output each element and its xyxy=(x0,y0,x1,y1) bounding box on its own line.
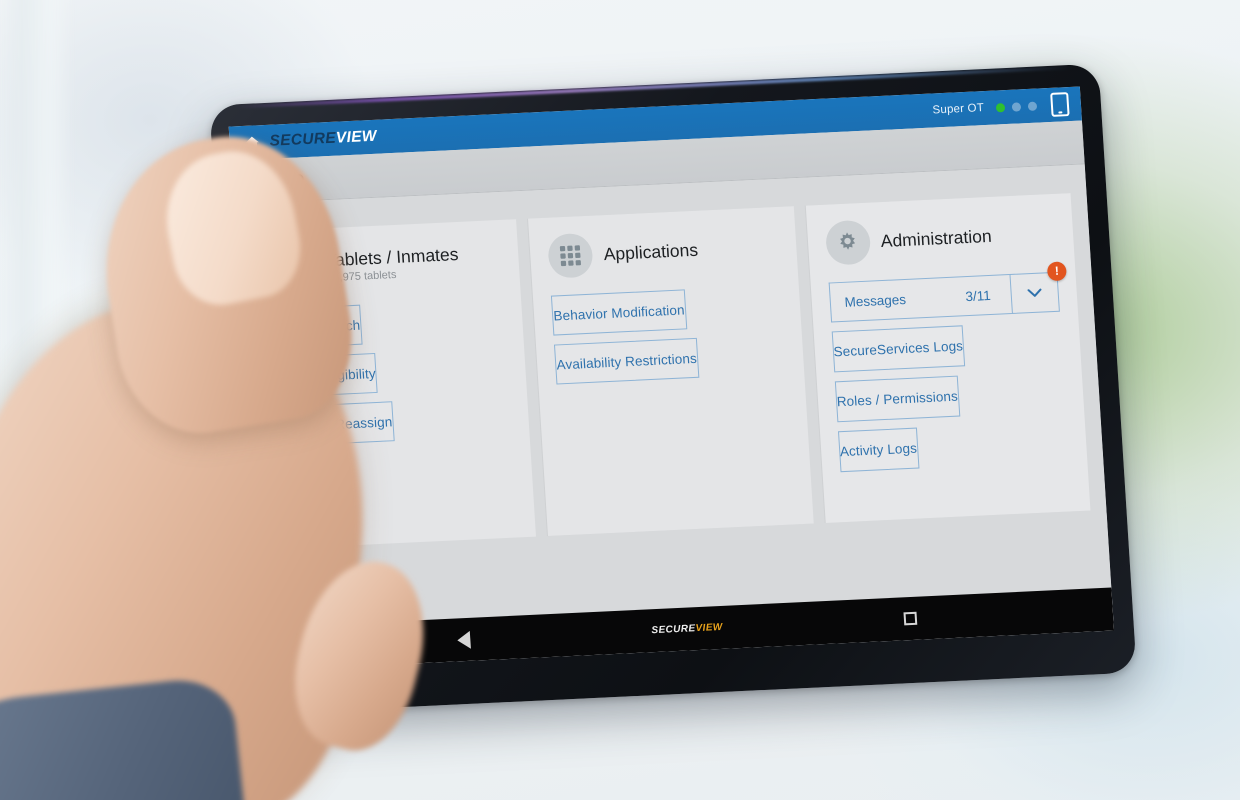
nav-brand-logo: SECUREVIEW xyxy=(651,622,723,636)
person-tablet-icon xyxy=(270,245,318,292)
tablet-icon[interactable] xyxy=(1050,92,1070,117)
page-title: Home xyxy=(245,166,306,193)
recents-button[interactable] xyxy=(903,611,918,626)
back-button[interactable] xyxy=(456,630,471,649)
apps-grid-icon xyxy=(547,232,595,279)
messages-count: 3/11 xyxy=(964,287,992,304)
tablet-device: SECUREVIEW Super OT Home Tablets / Inmat… xyxy=(209,63,1137,715)
clothing-sleeve xyxy=(0,674,249,800)
current-user-label: Super OT xyxy=(932,102,985,117)
app-logo: SECUREVIEW xyxy=(269,128,377,151)
status-dot-2[interactable] xyxy=(1011,101,1022,112)
messages-alert-badge: ! xyxy=(1046,261,1067,282)
tablet-search-button[interactable]: Tablet Search xyxy=(274,304,363,349)
panel-title: Administration xyxy=(880,225,993,251)
photo-scene: SECUREVIEW Super OT Home Tablets / Inmat… xyxy=(0,0,1240,800)
availability-restrictions-button[interactable]: Availability Restrictions xyxy=(554,337,699,385)
back-triangle-icon xyxy=(456,630,471,649)
secureservices-logs-button[interactable]: SecureServices Logs xyxy=(831,325,966,373)
check-eligibility-button[interactable]: Check Eligibility xyxy=(277,352,378,398)
panel-title-group: Applications xyxy=(603,240,699,265)
nav-logo-secure: SECURE xyxy=(651,623,696,637)
gear-icon xyxy=(824,219,872,266)
panel-applications: Applications Behavior Modification Avail… xyxy=(528,206,814,537)
status-dot-3[interactable] xyxy=(1027,101,1038,111)
messages-control: Messages 3/11 ! xyxy=(828,261,1067,323)
status-dot-1[interactable] xyxy=(995,102,1006,112)
app-logo-view: VIEW xyxy=(335,127,378,147)
home-icon[interactable] xyxy=(243,134,261,151)
activity-logs-button[interactable]: Activity Logs xyxy=(837,427,920,473)
messages-label: Messages xyxy=(844,291,907,310)
nav-logo-view: VIEW xyxy=(695,621,724,635)
panel-header: Administration xyxy=(824,210,1056,267)
panel-header: Applications xyxy=(547,223,779,280)
app-logo-secure: SECURE xyxy=(269,129,337,150)
panel-administration: Administration Messages 3/11 ! SecureSer… xyxy=(805,193,1091,523)
panel-header: Tablets / Inmates 35,975 tablets xyxy=(270,236,502,293)
status-indicator-group xyxy=(995,101,1038,112)
assign-reassign-button[interactable]: Assign / Reassign xyxy=(280,401,395,447)
messages-button[interactable]: Messages 3/11 xyxy=(828,274,1012,323)
roles-permissions-button[interactable]: Roles / Permissions xyxy=(834,375,961,423)
behavior-modification-button[interactable]: Behavior Modification xyxy=(551,289,687,336)
chevron-down-icon xyxy=(1027,288,1042,297)
panel-tablets-inmates: Tablets / Inmates 35,975 tablets Tablet … xyxy=(251,219,537,550)
recents-square-icon xyxy=(903,611,918,626)
panel-title: Applications xyxy=(603,239,699,265)
panel-title-group: Tablets / Inmates 35,975 tablets xyxy=(326,244,460,284)
tablet-screen: SECUREVIEW Super OT Home Tablets / Inmat… xyxy=(228,86,1115,671)
panel-title-group: Administration xyxy=(880,226,992,251)
